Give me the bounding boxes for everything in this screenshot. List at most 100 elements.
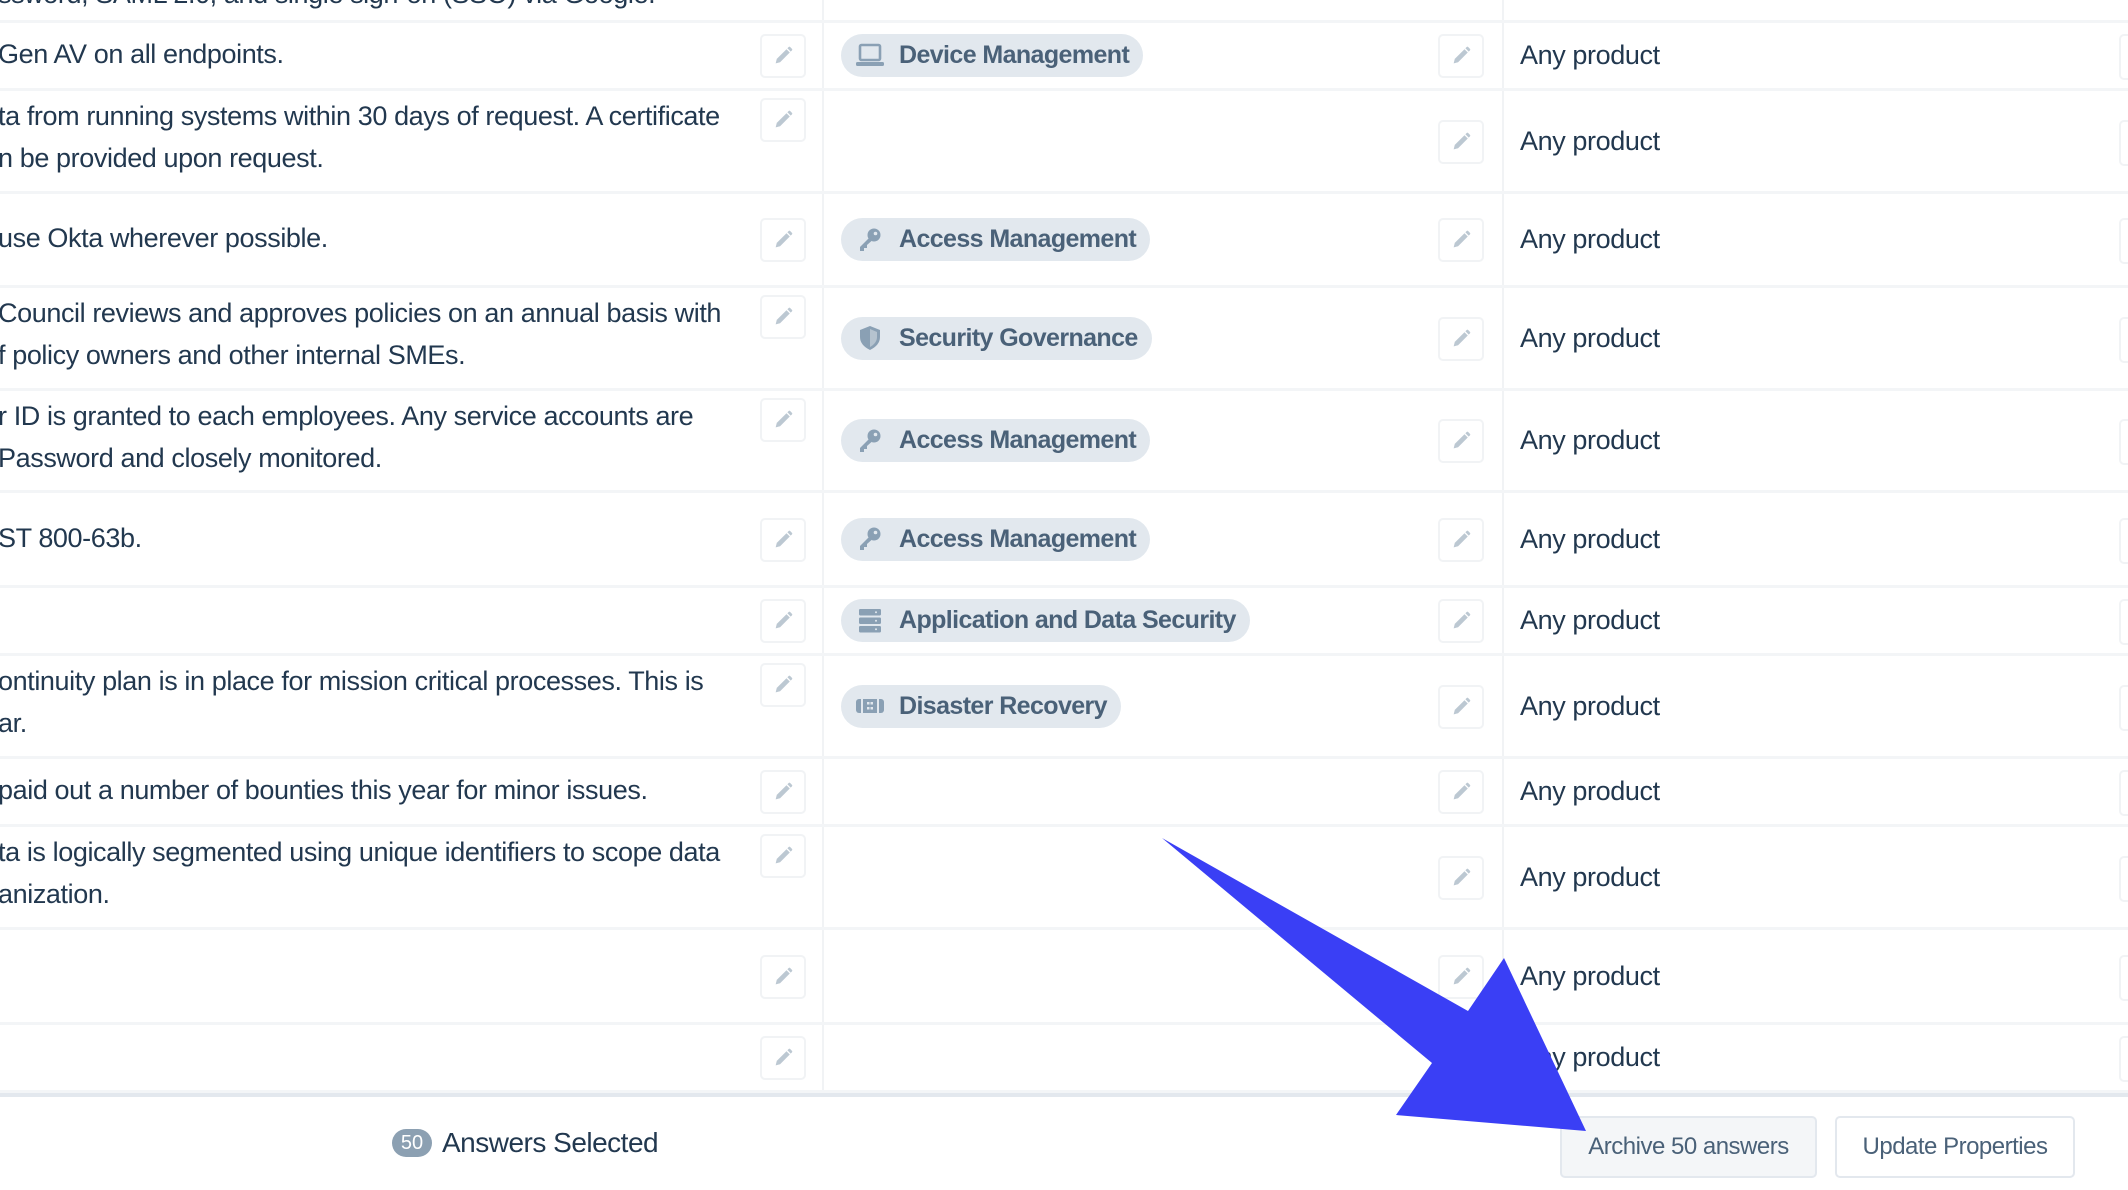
edit-category-button[interactable] <box>1438 855 1484 900</box>
product-scope-text: Any product <box>1520 322 1660 353</box>
edit-category-button[interactable] <box>1438 684 1484 729</box>
answers-table: ssword, SAML 2.0, and single sign-on (SS… <box>0 0 2128 1093</box>
table-row[interactable]: ontinuity plan is in place for mission c… <box>0 656 2128 759</box>
product-scope-text: Any product <box>1520 776 1660 806</box>
pencil-icon <box>1453 132 1471 149</box>
category-tag-label: Access Management <box>899 225 1137 253</box>
table-row[interactable]: Council reviews and approves policies on… <box>0 288 2128 391</box>
table-row[interactable]: ta from running systems within 30 days o… <box>0 91 2128 194</box>
product-scope-text: Any product <box>1520 861 1660 892</box>
edit-answer-button[interactable] <box>760 398 806 442</box>
edit-product-button[interactable] <box>2119 855 2128 902</box>
battery-icon <box>855 693 885 719</box>
category-tag[interactable]: Access Management <box>841 419 1151 462</box>
edit-product-button[interactable] <box>2119 419 2128 465</box>
edit-answer-button[interactable] <box>760 954 806 999</box>
edit-category-button[interactable] <box>1438 119 1484 164</box>
edit-answer-button[interactable] <box>760 98 806 142</box>
edit-answer-button[interactable] <box>760 770 806 814</box>
pencil-icon <box>775 782 793 800</box>
edit-product-button[interactable] <box>2119 119 2128 166</box>
update-properties-button[interactable]: Update Properties <box>1835 1116 2075 1178</box>
edit-category-button[interactable] <box>1438 599 1484 643</box>
edit-product-button[interactable] <box>2119 770 2128 816</box>
answer-text: ST 800-63b. <box>0 522 142 553</box>
answer-text: ta from running systems within 30 days o… <box>0 101 720 173</box>
edit-product-button[interactable] <box>2119 1036 2128 1082</box>
answer-text: r ID is granted to each employees. Any s… <box>0 401 694 473</box>
pencil-icon <box>1453 329 1471 346</box>
edit-category-button[interactable] <box>1438 517 1484 562</box>
pencil-icon <box>775 1048 793 1066</box>
pencil-icon <box>775 307 793 325</box>
table-row[interactable]: use Okta wherever possible. Access Manage… <box>0 194 2128 288</box>
server-icon <box>855 608 885 634</box>
shield-icon <box>855 325 885 351</box>
pencil-icon <box>1453 967 1471 984</box>
table-row[interactable]: Any product <box>0 1025 2128 1093</box>
table-row[interactable]: r ID is granted to each employees. Any s… <box>0 391 2128 493</box>
pencil-icon <box>1453 431 1471 449</box>
edit-category-button[interactable] <box>1438 770 1484 814</box>
table-row[interactable]: Application and Data Security Any product <box>0 588 2128 656</box>
table-row[interactable]: Any product <box>0 930 2128 1025</box>
answer-text: Gen AV on all endpoints. <box>0 39 284 69</box>
edit-product-button[interactable] <box>2119 954 2128 1001</box>
category-tag[interactable]: Security Governance <box>841 316 1152 360</box>
pencil-icon <box>1453 1048 1471 1066</box>
key-icon <box>855 227 885 253</box>
edit-product-button[interactable] <box>2119 684 2128 731</box>
table-row[interactable]: Gen AV on all endpoints. Device Managemen… <box>0 23 2128 91</box>
answer-text: Council reviews and approves policies on… <box>0 298 722 370</box>
pencil-icon <box>775 530 793 547</box>
edit-category-button[interactable] <box>1438 1036 1484 1080</box>
archive-answers-button[interactable]: Archive 50 answers <box>1560 1116 1817 1178</box>
edit-answer-button[interactable] <box>760 517 806 562</box>
table-row[interactable]: ta is logically segmented using unique i… <box>0 827 2128 930</box>
edit-answer-button[interactable] <box>760 834 806 878</box>
table-row[interactable]: ssword, SAML 2.0, and single sign-on (SS… <box>0 0 2128 23</box>
pencil-icon <box>775 110 793 128</box>
edit-answer-button[interactable] <box>760 34 806 78</box>
edit-product-button[interactable] <box>2119 316 2128 363</box>
table-row[interactable]: paid out a number of bounties this year … <box>0 759 2128 827</box>
category-tag[interactable]: Access Management <box>841 517 1151 561</box>
answers-library-view: ssword, SAML 2.0, and single sign-on (SS… <box>0 0 2128 1190</box>
edit-product-button[interactable] <box>2119 517 2128 564</box>
edit-answer-button[interactable] <box>760 1036 806 1080</box>
edit-category-button[interactable] <box>1438 316 1484 361</box>
product-scope-text: Any product <box>1520 690 1660 721</box>
pencil-icon <box>775 611 793 629</box>
edit-category-button[interactable] <box>1438 954 1484 999</box>
edit-answer-button[interactable] <box>760 218 806 262</box>
pencil-icon <box>775 46 793 64</box>
answer-text: ssword, SAML 2.0, and single sign-on (SS… <box>0 0 743 15</box>
edit-category-button[interactable] <box>1438 34 1484 78</box>
edit-product-button[interactable] <box>2119 218 2128 264</box>
answer-text: ontinuity plan is in place for mission c… <box>0 666 704 738</box>
product-scope-text: Any product <box>1520 224 1660 254</box>
product-scope-text: Any product <box>1520 125 1660 156</box>
category-tag[interactable]: Disaster Recovery <box>841 684 1121 728</box>
product-scope-text: Any product <box>1520 960 1660 991</box>
pencil-icon <box>775 230 793 248</box>
answer-text: ta is logically segmented using unique i… <box>0 837 720 909</box>
category-tag[interactable]: Access Management <box>841 218 1151 261</box>
answer-text: paid out a number of bounties this year … <box>0 775 648 805</box>
edit-answer-button[interactable] <box>760 295 806 339</box>
edit-answer-button[interactable] <box>760 599 806 643</box>
key-icon <box>855 526 885 552</box>
category-tag-label: Disaster Recovery <box>899 691 1108 720</box>
category-tag-label: Access Management <box>899 426 1137 454</box>
category-tag[interactable]: Application and Data Security <box>841 599 1250 642</box>
edit-category-button[interactable] <box>1438 218 1484 262</box>
edit-product-button[interactable] <box>2119 599 2128 645</box>
category-tag-label: Device Management <box>899 41 1130 69</box>
edit-product-button[interactable] <box>2119 34 2128 80</box>
edit-category-button[interactable] <box>1438 419 1484 463</box>
edit-answer-button[interactable] <box>760 663 806 707</box>
table-row[interactable]: ST 800-63b. Access Management Any product <box>0 493 2128 588</box>
category-tag[interactable]: Device Management <box>841 34 1144 77</box>
category-tag-label: Application and Data Security <box>899 606 1236 634</box>
bulk-action-bar: 50 Answers Selected Archive 50 answers U… <box>0 1093 2128 1190</box>
